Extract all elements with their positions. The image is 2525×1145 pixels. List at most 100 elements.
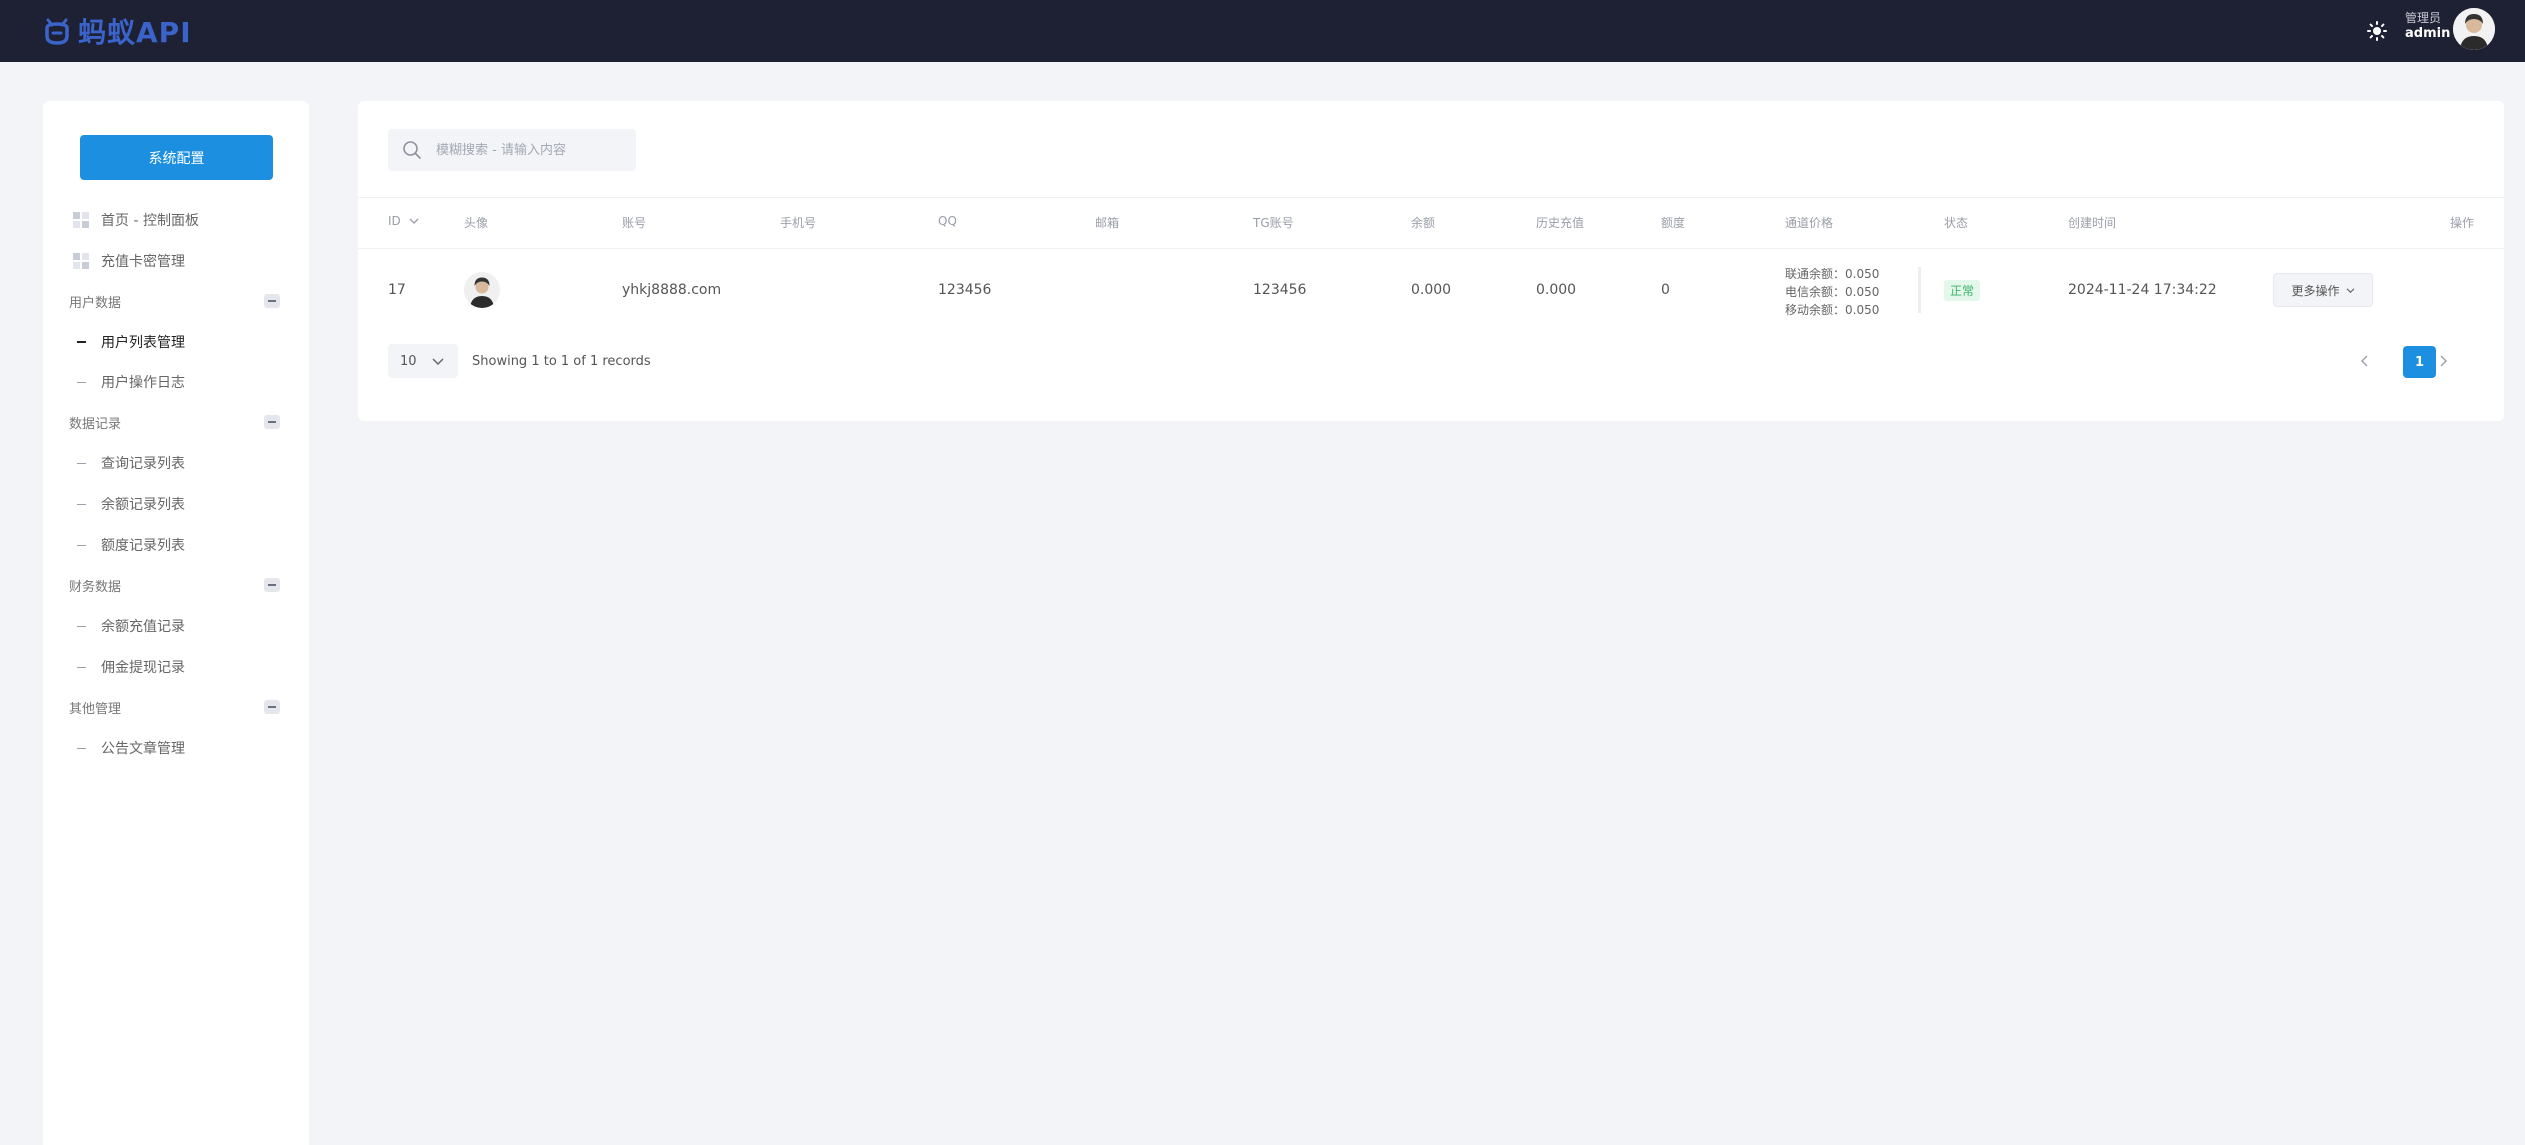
column-header-account: 账号: [622, 216, 647, 230]
column-header-created: 创建时间: [2068, 216, 2117, 230]
dash-icon: [77, 341, 86, 343]
more-actions-label: 更多操作: [2291, 283, 2340, 298]
cell-id: 17: [388, 282, 406, 298]
user-avatar-icon: [2453, 8, 2495, 50]
search-icon: [403, 141, 421, 159]
logo-text: 蚂蚁API: [78, 16, 192, 49]
sidebar-group-other[interactable]: 其他管理: [43, 692, 309, 722]
user-name: admin: [2405, 26, 2451, 41]
column-header-history-recharge: 历史充值: [1536, 216, 1585, 230]
column-header-email: 邮箱: [1095, 216, 1120, 230]
cell-qq: 123456: [938, 282, 992, 298]
cell-account: yhkj8888.com: [622, 282, 722, 298]
sidebar-item-label: 用户列表管理: [101, 335, 185, 351]
sidebar-item-label: 用户操作日志: [101, 375, 185, 391]
pagination-page-current[interactable]: 1: [2403, 346, 2436, 378]
sidebar-group-user-data[interactable]: 用户数据: [43, 286, 309, 316]
collapse-icon[interactable]: [264, 700, 280, 714]
user-role: 管理员: [2405, 11, 2442, 25]
dash-icon: [77, 625, 86, 627]
price-telecom: 电信余额：0.050: [1785, 285, 1880, 299]
column-header-balance: 余额: [1411, 216, 1436, 230]
cell-separator: [1918, 267, 1921, 313]
search-input[interactable]: [434, 129, 630, 171]
cell-balance: 0.000: [1411, 282, 1452, 298]
sidebar-item-label: 余额充值记录: [101, 619, 185, 635]
price-mobile: 移动余额：0.050: [1785, 303, 1880, 317]
theme-toggle-button[interactable]: [2360, 14, 2394, 48]
chevron-down-icon: [2346, 287, 2354, 293]
column-header-action: 操作: [2450, 216, 2475, 230]
records-summary: Showing 1 to 1 of 1 records: [472, 354, 651, 369]
sidebar-item-user-logs[interactable]: 用户操作日志: [43, 366, 309, 398]
user-info[interactable]: 管理员 admin: [2405, 10, 2455, 42]
column-header-phone: 手机号: [780, 216, 817, 230]
grid-icon: [73, 212, 89, 228]
sidebar-item-label: 公告文章管理: [101, 741, 185, 757]
dash-icon: [77, 747, 86, 749]
sidebar-item-label: 额度记录列表: [101, 538, 185, 554]
sidebar-item-label: 首页 - 控制面板: [101, 213, 199, 229]
dash-icon: [77, 503, 86, 505]
column-header-channel-price: 通道价格: [1785, 216, 1834, 230]
chevron-right-icon: [2440, 355, 2448, 367]
sidebar-group-data-records[interactable]: 数据记录: [43, 407, 309, 437]
sun-icon: [2367, 21, 2387, 41]
sidebar-group-finance[interactable]: 财务数据: [43, 570, 309, 600]
sidebar-item-user-list[interactable]: 用户列表管理: [43, 326, 309, 358]
sidebar-item-balance-records[interactable]: 余额记录列表: [43, 488, 309, 520]
pagination-prev-button[interactable]: [2355, 351, 2375, 371]
user-avatar-icon: [464, 272, 500, 308]
avatar[interactable]: [2453, 8, 2495, 50]
avatar: [464, 272, 500, 308]
dash-icon: [77, 381, 86, 383]
collapse-icon[interactable]: [264, 294, 280, 308]
sidebar-group-label: 数据记录: [69, 416, 122, 432]
status-badge: 正常: [1944, 280, 1981, 301]
sidebar-group-label: 其他管理: [69, 701, 122, 717]
collapse-icon[interactable]: [264, 578, 280, 592]
sidebar-item-announcements[interactable]: 公告文章管理: [43, 732, 309, 764]
top-navbar: 蚂蚁API 管理员 admin: [0, 0, 2525, 62]
column-header-label: ID: [388, 214, 401, 228]
dash-icon: [77, 666, 86, 668]
sidebar-item-label: 佣金提现记录: [101, 660, 185, 676]
column-header-status: 状态: [1944, 216, 1969, 230]
collapse-icon[interactable]: [264, 415, 280, 429]
page-size-select[interactable]: 10: [388, 344, 458, 378]
user-table-card: ID 头像 账号 手机号 QQ 邮箱 TG账号 余额 历史充值 额度 通道价格 …: [358, 101, 2504, 421]
column-header-quota: 额度: [1661, 216, 1686, 230]
divider: [358, 197, 2504, 198]
column-header-id[interactable]: ID: [388, 214, 419, 228]
sidebar-item-query-records[interactable]: 查询记录列表: [43, 447, 309, 479]
chevron-down-icon: [409, 218, 419, 224]
dash-icon: [77, 544, 86, 546]
sidebar-item-recharge-cards[interactable]: 充值卡密管理: [43, 244, 309, 278]
logo[interactable]: 蚂蚁API: [42, 10, 192, 52]
system-config-button[interactable]: 系统配置: [80, 135, 273, 180]
column-header-avatar: 头像: [464, 216, 489, 230]
sidebar-item-quota-records[interactable]: 额度记录列表: [43, 529, 309, 561]
more-actions-button[interactable]: 更多操作: [2273, 273, 2373, 307]
sidebar: 系统配置 首页 - 控制面板 充值卡密管理 用户数据 用户列表管理 用户操作日志…: [43, 101, 309, 1145]
grid-icon: [73, 253, 89, 269]
cell-tg: 123456: [1253, 282, 1307, 298]
sidebar-item-label: 充值卡密管理: [101, 254, 185, 270]
sidebar-item-label: 余额记录列表: [101, 497, 185, 513]
divider: [358, 248, 2504, 249]
column-header-qq: QQ: [938, 214, 957, 228]
cell-quota: 0: [1661, 282, 1670, 298]
sidebar-item-dashboard[interactable]: 首页 - 控制面板: [43, 203, 309, 237]
cell-history-recharge: 0.000: [1536, 282, 1577, 298]
dash-icon: [77, 462, 86, 464]
cell-created: 2024-11-24 17:34:22: [2068, 282, 2217, 298]
sidebar-group-label: 用户数据: [69, 295, 122, 311]
chevron-left-icon: [2360, 355, 2368, 367]
chevron-down-icon: [432, 358, 444, 366]
sidebar-item-balance-recharge[interactable]: 余额充值记录: [43, 610, 309, 642]
page-size-value: 10: [400, 353, 417, 369]
search-box[interactable]: [388, 129, 636, 171]
pagination-next-button[interactable]: [2433, 351, 2453, 371]
sidebar-item-commission-withdraw[interactable]: 佣金提现记录: [43, 651, 309, 683]
sidebar-item-label: 查询记录列表: [101, 456, 185, 472]
